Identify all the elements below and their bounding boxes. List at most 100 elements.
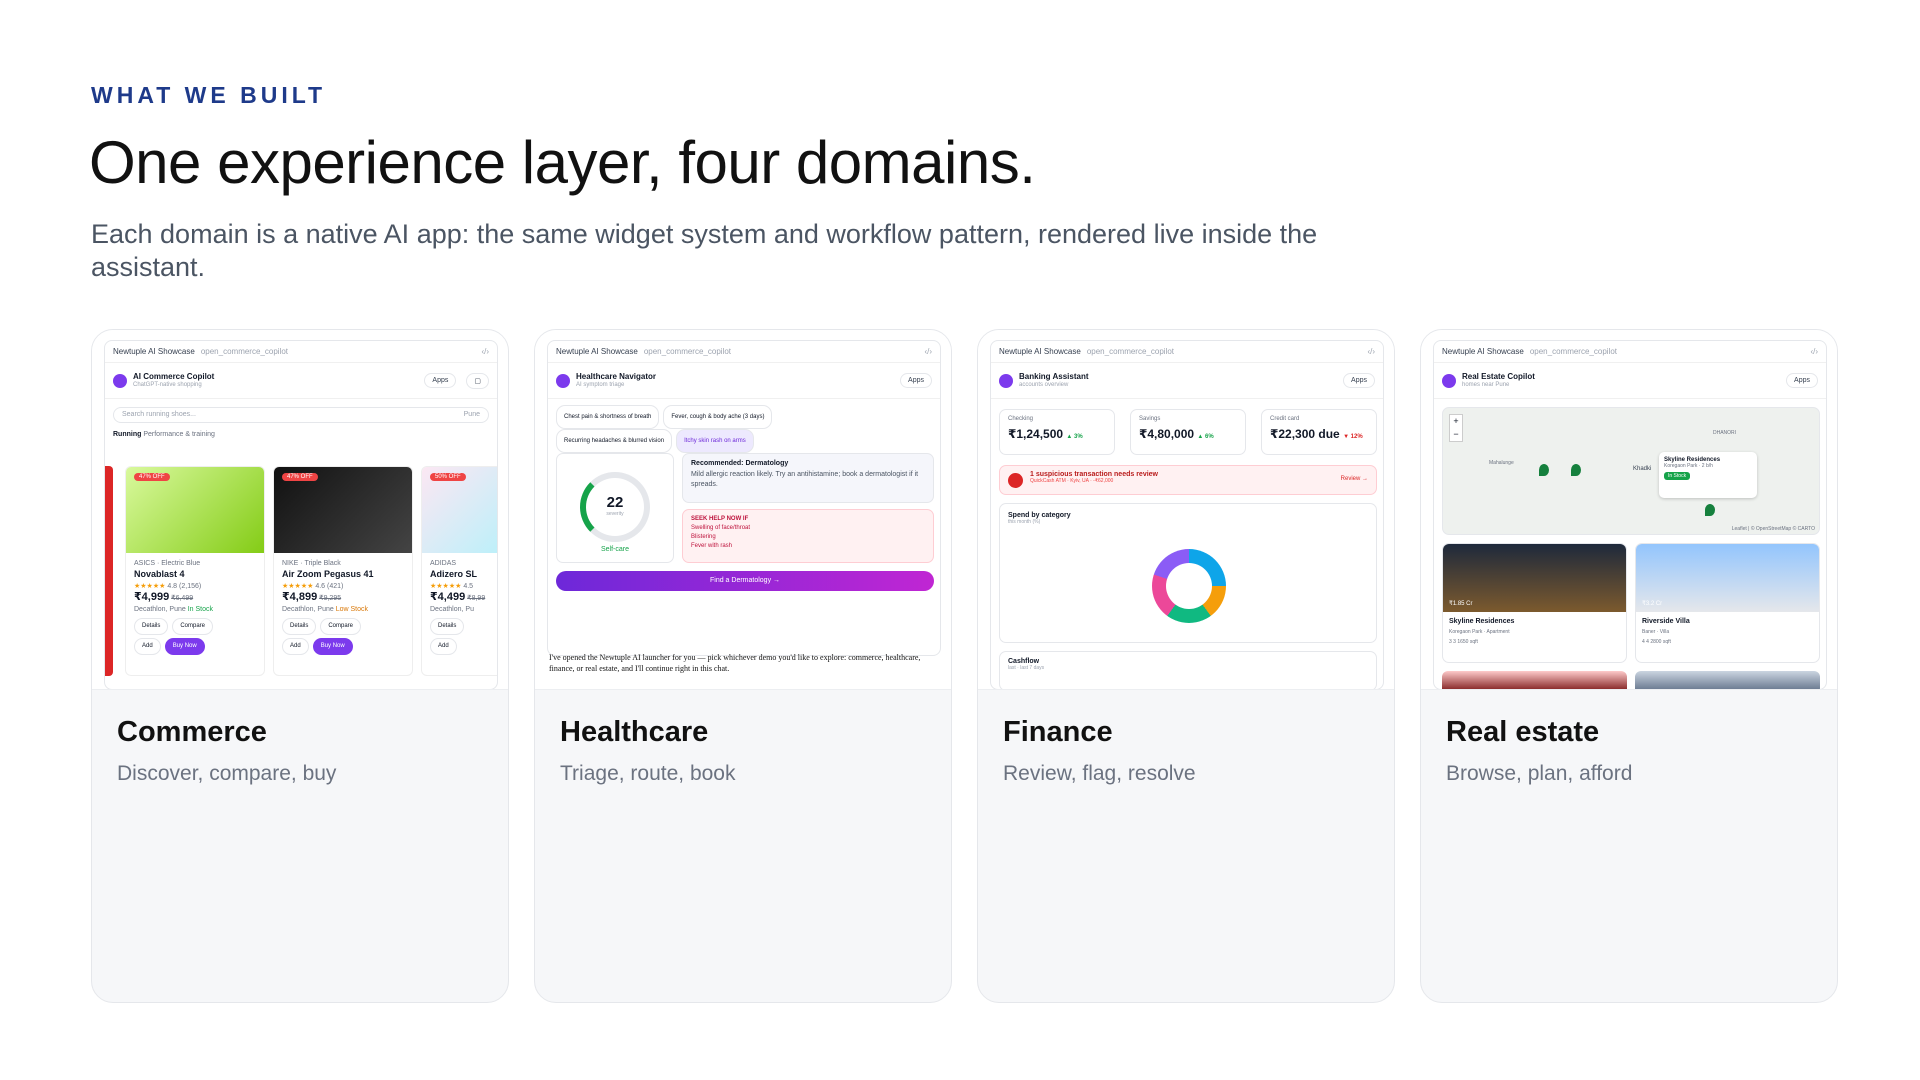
commerce-screenshot: Newtuple AI Showcase open_commerce_copilo… xyxy=(92,330,508,690)
cart-icon[interactable]: ▢ xyxy=(466,372,489,389)
code-icon: ‹/› xyxy=(924,347,932,356)
map-pin-icon[interactable] xyxy=(1705,504,1715,516)
listing-name: Skyline Residences xyxy=(1449,618,1515,625)
store-name: Decathlon, Pune xyxy=(282,606,334,613)
add-button[interactable]: Add xyxy=(134,638,161,655)
card-title: Finance xyxy=(1003,716,1113,748)
buy-button[interactable]: Buy Now xyxy=(312,638,353,655)
map[interactable]: + − Mahalunge Khadki DHANORI Skyline Resi… xyxy=(1442,407,1820,535)
find-dermatology-button[interactable]: Find a Dermatology → xyxy=(556,571,934,591)
search-placeholder: Search running shoes... xyxy=(122,411,196,418)
apps-button[interactable]: Apps xyxy=(1343,373,1375,388)
page-subtitle: Each domain is a native AI app: the same… xyxy=(91,219,1318,282)
cashflow-sub: last · last 7 days xyxy=(1008,665,1045,671)
kpi-delta: ▲ 3% xyxy=(1066,434,1083,440)
product-card[interactable]: 47% OFF ASICS · Electric Blue Novablast … xyxy=(125,466,265,676)
card-subtitle: Discover, compare, buy xyxy=(117,762,337,785)
product-old-price: ₹8,99 xyxy=(467,595,486,602)
alert-icon xyxy=(1008,473,1023,488)
card-subtitle: Triage, route, book xyxy=(560,762,736,785)
listing-specs: 3 3 1650 sqft xyxy=(1449,639,1478,645)
finance-screenshot: Newtuple AI Showcase open_commerce_copilo… xyxy=(978,330,1394,690)
map-pin-icon[interactable] xyxy=(1539,464,1549,476)
buy-button[interactable]: Buy Now xyxy=(164,638,205,655)
review-link[interactable]: Review → xyxy=(1341,476,1368,482)
topbar-muted: open_commerce_copilot xyxy=(643,347,731,356)
apps-button[interactable]: Apps xyxy=(424,373,457,388)
topbar-title: Newtuple AI Showcase xyxy=(556,347,638,356)
topbar-muted: open_commerce_copilot xyxy=(200,347,288,356)
stock-status: Low Stock xyxy=(335,606,369,613)
symptom-chip[interactable]: Recurring headaches & blurred vision xyxy=(556,429,673,453)
app-sub: accounts overview xyxy=(1019,381,1069,388)
details-button[interactable]: Details xyxy=(134,618,169,635)
card-finance[interactable]: Newtuple AI Showcase open_commerce_copilo… xyxy=(977,329,1395,1003)
symptom-chip[interactable]: Fever, cough & body ache (3 days) xyxy=(663,405,773,429)
rec-title: Recommended: Dermatology xyxy=(691,460,789,467)
card-commerce[interactable]: Newtuple AI Showcase open_commerce_copilo… xyxy=(91,329,509,1003)
product-brand: ASICS xyxy=(134,560,156,567)
kpi-value: ₹22,300 due xyxy=(1270,427,1340,441)
rec-text: Mild allergic reaction likely. Try an an… xyxy=(691,471,919,488)
code-icon: ‹/› xyxy=(1367,347,1375,356)
section-header: Running Performance & training xyxy=(105,431,497,438)
product-old-price: ₹9,295 xyxy=(319,595,342,602)
map-label: DHANORI xyxy=(1713,430,1737,436)
fraud-alert[interactable]: 1 suspicious transaction needs review Qu… xyxy=(999,465,1377,495)
section-sub: Performance & training xyxy=(143,431,215,438)
donut-hole xyxy=(1166,563,1212,609)
warning-box: SEEK HELP NOW IF Swelling of face/throat… xyxy=(682,509,934,563)
kpi-label: Savings xyxy=(1139,416,1161,422)
chat-message: I've opened the Newtuple AI launcher for… xyxy=(549,653,921,673)
card-title: Commerce xyxy=(117,716,267,748)
symptom-chip[interactable]: Chest pain & shortness of breath xyxy=(556,405,660,429)
topbar-muted: open_commerce_copilot xyxy=(1529,347,1617,356)
listing-location: Baner · Villa xyxy=(1642,629,1670,635)
warn-title: SEEK HELP NOW IF xyxy=(691,516,749,522)
kpi-credit-card: Credit card ₹22,300 due ▼ 12% xyxy=(1261,409,1377,455)
code-icon: ‹/› xyxy=(481,347,489,356)
topbar-title: Newtuple AI Showcase xyxy=(113,347,195,356)
search-input[interactable]: Search running shoes... Pune xyxy=(113,407,489,423)
product-rating: 4.5 xyxy=(463,583,474,590)
map-pin-icon[interactable] xyxy=(1571,464,1581,476)
apps-button[interactable]: Apps xyxy=(1786,373,1818,388)
symptom-chips: Chest pain & shortness of breath Fever, c… xyxy=(548,399,940,459)
spend-sub: this month (%) xyxy=(1008,519,1041,525)
details-button[interactable]: Details xyxy=(430,618,465,635)
add-button[interactable]: Add xyxy=(282,638,309,655)
product-variant: Triple Black xyxy=(304,560,341,567)
app-sub: ChatGPT-native shopping xyxy=(133,381,202,388)
map-credit: Leaflet | © OpenStreetMap © CARTO xyxy=(1731,526,1815,532)
compare-button[interactable]: Compare xyxy=(172,618,214,635)
card-subtitle: Browse, plan, afford xyxy=(1446,762,1633,785)
apps-button[interactable]: Apps xyxy=(900,373,932,388)
location-label: Pune xyxy=(463,411,480,418)
product-card[interactable]: 47% OFF NIKE · Triple Black Air Zoom Peg… xyxy=(273,466,413,676)
product-price: ₹4,999 xyxy=(134,591,170,603)
details-button[interactable]: Details xyxy=(282,618,317,635)
compare-button[interactable]: Compare xyxy=(320,618,362,635)
stock-status: In Stock xyxy=(187,606,214,613)
kpi-delta: ▼ 12% xyxy=(1343,434,1363,440)
add-button[interactable]: Add xyxy=(430,638,457,655)
listing-image xyxy=(1636,544,1819,612)
kpi-checking: Checking ₹1,24,500 ▲ 3% xyxy=(999,409,1115,455)
rating-stars: ★★★★★ xyxy=(430,583,462,590)
symptom-chip-selected[interactable]: Itchy skin rash on arms xyxy=(676,429,754,453)
listing-card[interactable]: ₹1.85 Cr Skyline Residences Koregaon Park… xyxy=(1442,543,1627,663)
app-sub: homes near Pune xyxy=(1462,381,1510,388)
app-name: Banking Assistant xyxy=(1019,371,1089,381)
kpi-delta: ▲ 6% xyxy=(1197,434,1214,440)
product-name: Novablast 4 xyxy=(134,569,185,579)
discount-badge: 50% OFF xyxy=(430,473,466,481)
product-card[interactable]: 50% OFF ADIDAS Adizero SL ★★★★★ 4.5 ₹4,4… xyxy=(421,466,497,676)
rating-stars: ★★★★★ xyxy=(282,583,314,590)
product-old-price: ₹6,499 xyxy=(171,595,194,602)
topbar-title: Newtuple AI Showcase xyxy=(1442,347,1524,356)
card-healthcare[interactable]: Newtuple AI Showcase open_commerce_copilo… xyxy=(534,329,952,1003)
zoom-controls[interactable]: + − xyxy=(1449,414,1463,442)
listing-card[interactable]: ₹3.2 Cr Riverside Villa Baner · Villa 4 4 … xyxy=(1635,543,1820,663)
warn-item: Fever with rash xyxy=(691,543,733,549)
card-real-estate[interactable]: Newtuple AI Showcase open_commerce_copilo… xyxy=(1420,329,1838,1003)
